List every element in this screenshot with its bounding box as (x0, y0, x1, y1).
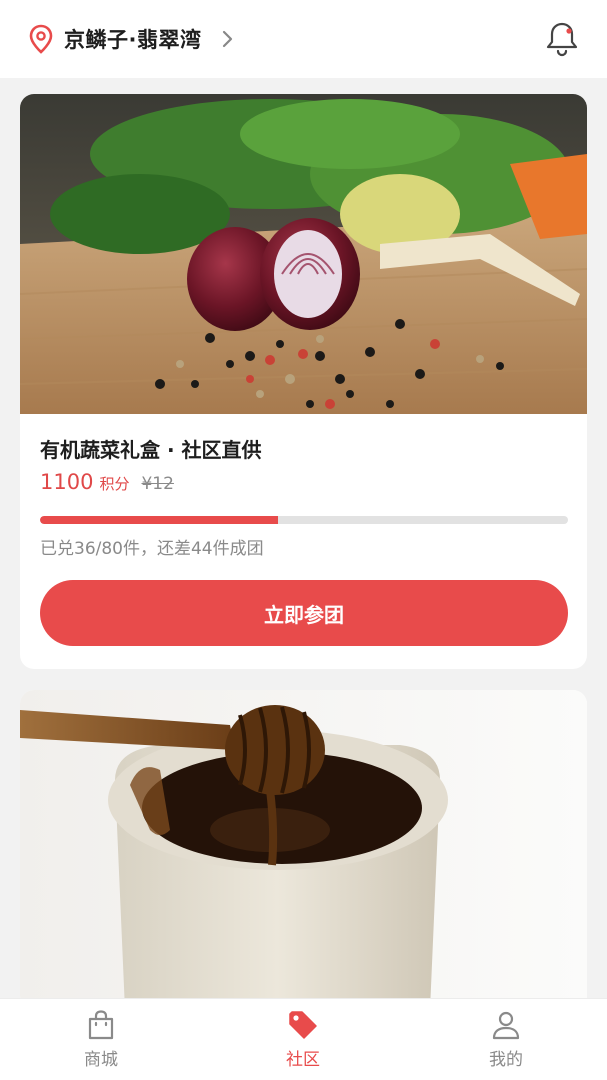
product-card[interactable]: 有机蔬菜礼盒 · 社区直供 1100 积分 ¥12 已兑36/80件，还差44件… (20, 94, 587, 669)
tab-mine-label: 我的 (489, 1050, 523, 1070)
top-header: 京鳞子·翡翠湾 (0, 0, 607, 78)
join-group-button[interactable]: 立即参团 (40, 580, 568, 646)
bottom-tab-bar: 商城 社区 我的 (0, 998, 607, 1080)
product-image[interactable] (20, 94, 587, 414)
location-name[interactable]: 京鳞子·翡翠湾 (64, 24, 201, 54)
points-unit: 积分 (99, 475, 130, 493)
progress-text: 已兑36/80件，还差44件成团 (40, 539, 264, 559)
bell-icon[interactable] (544, 20, 580, 58)
product-title: 有机蔬菜礼盒 · 社区直供 (40, 438, 262, 462)
tab-shop-label: 商城 (84, 1050, 118, 1070)
tag-icon (289, 1011, 317, 1039)
map-pin-icon[interactable] (28, 24, 54, 54)
progress-fill (40, 516, 278, 524)
price-row: 1100 积分 ¥12 (40, 470, 174, 494)
tab-mine[interactable]: 我的 (446, 999, 566, 1080)
tab-community[interactable]: 社区 (243, 999, 363, 1080)
points-value: 1100 (40, 470, 94, 494)
product-image[interactable] (20, 690, 587, 1010)
progress-bar (40, 516, 568, 524)
tab-shop[interactable]: 商城 (41, 999, 161, 1080)
shopping-bag-icon (88, 1010, 114, 1040)
original-price: ¥12 (141, 474, 174, 494)
user-icon (492, 1011, 520, 1040)
chevron-right-icon[interactable] (218, 26, 238, 52)
tab-community-label: 社区 (286, 1050, 320, 1070)
product-card[interactable] (20, 690, 587, 1010)
